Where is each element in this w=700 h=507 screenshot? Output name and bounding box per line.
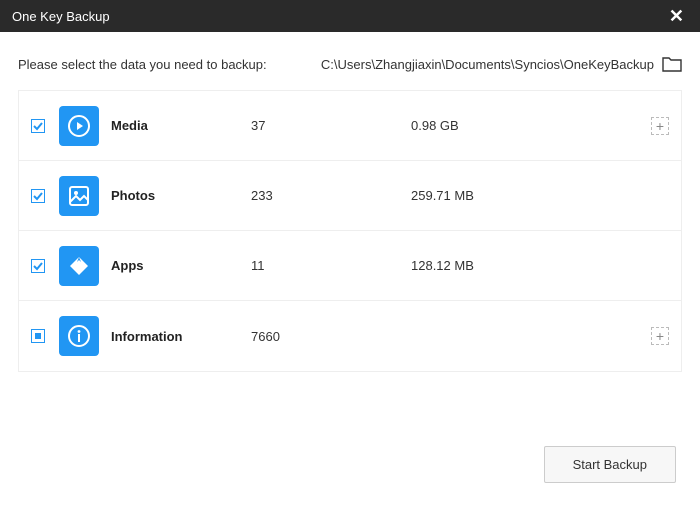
- list-item: Media 37 0.98 GB +: [19, 91, 681, 161]
- checkbox-apps[interactable]: [31, 259, 45, 273]
- item-count: 7660: [251, 329, 411, 344]
- item-name: Apps: [111, 258, 251, 273]
- apps-icon: [59, 246, 99, 286]
- play-icon: [59, 106, 99, 146]
- item-name: Photos: [111, 188, 251, 203]
- info-icon: [59, 316, 99, 356]
- close-icon[interactable]: ✕: [665, 6, 688, 27]
- prompt-text: Please select the data you need to backu…: [18, 57, 321, 72]
- checkbox-photos[interactable]: [31, 189, 45, 203]
- item-size: 0.98 GB: [411, 118, 651, 133]
- folder-icon[interactable]: [662, 56, 682, 72]
- item-name: Media: [111, 118, 251, 133]
- item-count: 11: [251, 258, 411, 273]
- checkbox-media[interactable]: [31, 119, 45, 133]
- list-item: Photos 233 259.71 MB: [19, 161, 681, 231]
- content-area: Please select the data you need to backu…: [0, 32, 700, 372]
- list-item: Information 7660 +: [19, 301, 681, 371]
- expand-icon[interactable]: +: [651, 117, 669, 135]
- backup-path: C:\Users\Zhangjiaxin\Documents\Syncios\O…: [321, 57, 654, 72]
- backup-list: Media 37 0.98 GB + Photos 233 259.71 MB …: [18, 90, 682, 372]
- expand-icon[interactable]: +: [651, 327, 669, 345]
- start-backup-button[interactable]: Start Backup: [544, 446, 676, 483]
- list-item: Apps 11 128.12 MB: [19, 231, 681, 301]
- item-size: 128.12 MB: [411, 258, 669, 273]
- titlebar: One Key Backup ✕: [0, 0, 700, 32]
- item-count: 37: [251, 118, 411, 133]
- header-row: Please select the data you need to backu…: [18, 56, 682, 72]
- photo-icon: [59, 176, 99, 216]
- item-size: 259.71 MB: [411, 188, 669, 203]
- checkbox-information[interactable]: [31, 329, 45, 343]
- window-title: One Key Backup: [12, 9, 665, 24]
- footer: Start Backup: [544, 446, 676, 483]
- item-name: Information: [111, 329, 251, 344]
- item-count: 233: [251, 188, 411, 203]
